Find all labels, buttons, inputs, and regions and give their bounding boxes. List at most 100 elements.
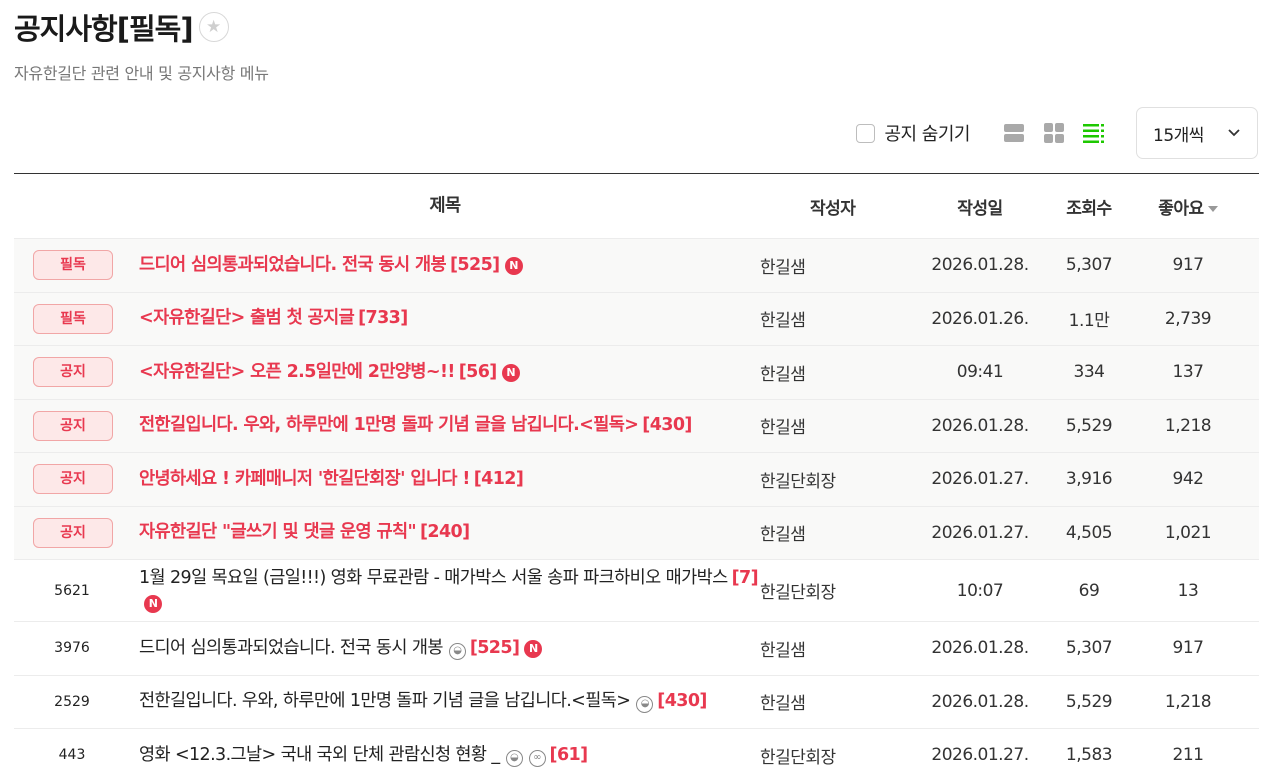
article-board: 제목 작성자 작성일 조회수 좋아요 필독 드디어 심의통과되었습니다. 전국 동… [14, 173, 1259, 768]
album-view-icon[interactable] [1042, 121, 1066, 145]
notice-row[interactable]: 필독 드디어 심의통과되었습니다. 전국 동시 개봉 [525] N 한길샘 2026.0… [14, 239, 1259, 293]
link-attachment-icon: ∞ [528, 749, 546, 767]
post-date: 2026.01.28. [931, 691, 1029, 712]
like-count: 211 [1172, 745, 1204, 766]
post-date: 2026.01.27. [931, 522, 1029, 543]
header-views: 조회수 [1066, 198, 1112, 219]
notice-badge-cell: 필독 [14, 250, 130, 281]
notice-rows: 필독 드디어 심의통과되었습니다. 전국 동시 개봉 [525] N 한길샘 2026.0… [14, 239, 1259, 560]
like-count: 1,218 [1164, 691, 1212, 712]
post-date: 09:41 [956, 362, 1004, 383]
header-title: 제목 [429, 195, 462, 216]
hide-notice-checkbox[interactable] [856, 123, 876, 143]
post-date: 2026.01.27. [931, 745, 1029, 766]
view-count: 5,307 [1065, 638, 1113, 659]
author-name[interactable]: 한길샘 [760, 306, 910, 331]
notice-title-cell: 안녕하세요 ! 카페매니저 '한길단회장' 입니다 ! [412] [130, 467, 760, 492]
view-count: 5,529 [1065, 415, 1113, 436]
like-count: 917 [1172, 638, 1204, 659]
header-likes-sort[interactable]: 좋아요 [1128, 194, 1248, 219]
comment-count-link[interactable]: [240] [420, 522, 470, 542]
article-title-cell: 드디어 심의통과되었습니다. 전국 동시 개봉 ◒ [525] N [130, 636, 760, 661]
author-name[interactable]: 한길샘 [760, 636, 910, 661]
chevron-down-icon [1228, 129, 1240, 137]
comment-count-link[interactable]: [430] [642, 415, 692, 435]
article-title-link[interactable]: 영화 <12.3.그날> 국내 국외 단체 관람신청 현황 _ [139, 745, 500, 765]
author-name[interactable]: 한길샘 [760, 360, 910, 385]
author-name[interactable]: 한길샘 [760, 520, 910, 545]
post-date: 10:07 [956, 580, 1004, 601]
notice-title-link[interactable]: 자유한길단 "글쓰기 및 댓글 운영 규칙" [139, 522, 417, 542]
per-page-value: 15개씩 [1153, 125, 1204, 146]
hide-notice-label: 공지 숨기기 [884, 124, 970, 145]
per-page-select[interactable]: 15개씩 [1136, 107, 1258, 159]
article-title-cell: 1월 29일 목요일 (금일!!!) 영화 무료관람 - 매가박스 서울 송파 … [130, 566, 760, 616]
comment-count-link[interactable]: [525] [450, 255, 500, 275]
notice-title-link[interactable]: <자유한길단> 출범 첫 공지글 [139, 308, 355, 328]
notice-title-link[interactable]: 안녕하세요 ! 카페매니저 '한길단회장' 입니다 ! [139, 469, 470, 489]
view-count: 1,583 [1065, 745, 1113, 766]
header-date: 작성일 [957, 198, 1003, 219]
author-name[interactable]: 한길샘 [760, 413, 910, 438]
article-title-link[interactable]: 전한길입니다. 우와, 하루만에 1만명 돌파 기념 글을 남깁니다.<필독> [139, 691, 631, 711]
view-count: 3,916 [1065, 469, 1113, 490]
author-name[interactable]: 한길단회장 [760, 467, 910, 492]
board-toolbar: 공지 숨기기 15개씩 [856, 107, 1258, 159]
like-count: 942 [1172, 469, 1204, 490]
notice-title-link[interactable]: 드디어 심의통과되었습니다. 전국 동시 개봉 [139, 255, 447, 275]
like-count: 2,739 [1164, 308, 1212, 329]
article-number: 3976 [54, 640, 90, 657]
notice-badge: 공지 [33, 464, 113, 495]
comment-count-link[interactable]: [430] [657, 691, 707, 711]
article-title-link[interactable]: 드디어 심의통과되었습니다. 전국 동시 개봉 [139, 638, 443, 658]
notice-title-link[interactable]: 전한길입니다. 우와, 하루만에 1만명 돌파 기념 글을 남깁니다.<필독> [139, 415, 639, 435]
author-name[interactable]: 한길단회장 [760, 578, 910, 603]
author-name[interactable]: 한길샘 [760, 253, 910, 278]
notice-row[interactable]: 공지 전한길입니다. 우와, 하루만에 1만명 돌파 기념 글을 남깁니다.<필독… [14, 399, 1259, 453]
image-attachment-icon: ◒ [636, 696, 654, 714]
article-title-link[interactable]: 1월 29일 목요일 (금일!!!) 영화 무료관람 - 매가박스 서울 송파 … [139, 568, 728, 588]
comment-count-link[interactable]: [733] [358, 308, 408, 328]
notice-badge-cell: 공지 [14, 517, 130, 548]
comment-count-link[interactable]: [525] [470, 638, 520, 658]
notice-title-link[interactable]: <자유한길단> 오픈 2.5일만에 2만양병~!! [139, 362, 455, 382]
notice-row[interactable]: 공지 자유한길단 "글쓰기 및 댓글 운영 규칙" [240] 한길샘 2026.01.… [14, 506, 1259, 560]
comment-count-link[interactable]: [56] [459, 362, 498, 382]
notice-row[interactable]: 공지 <자유한길단> 오픈 2.5일만에 2만양병~!! [56] N 한길샘 09:41… [14, 346, 1259, 400]
view-count: 4,505 [1065, 522, 1113, 543]
table-row[interactable]: 3976 드디어 심의통과되었습니다. 전국 동시 개봉 ◒ [525] N 한길샘 202… [14, 622, 1259, 676]
table-row[interactable]: 2529 전한길입니다. 우와, 하루만에 1만명 돌파 기념 글을 남깁니다.<… [14, 676, 1259, 729]
author-name[interactable]: 한길단회장 [760, 743, 910, 768]
notice-badge: 필독 [33, 250, 113, 281]
like-count: 137 [1172, 362, 1204, 383]
view-count: 334 [1073, 362, 1105, 383]
comment-count-link[interactable]: [7] [732, 568, 759, 588]
notice-row[interactable]: 필독 <자유한길단> 출범 첫 공지글 [733] 한길샘 2026.01.26. 1.1… [14, 292, 1259, 346]
view-count: 5,307 [1065, 255, 1113, 276]
notice-badge: 필독 [33, 303, 113, 334]
notice-title-cell: 드디어 심의통과되었습니다. 전국 동시 개봉 [525] N [130, 253, 760, 278]
new-icon: N [524, 639, 543, 658]
hide-notice-toggle[interactable]: 공지 숨기기 [856, 120, 970, 146]
notice-badge-cell: 공지 [14, 410, 130, 441]
notice-badge-cell: 필독 [14, 303, 130, 334]
comment-count-link[interactable]: [61] [550, 745, 589, 765]
favorite-star-icon[interactable]: ★ [198, 12, 229, 42]
article-number: 443 [58, 747, 86, 764]
author-name[interactable]: 한길샘 [760, 689, 910, 714]
comment-count-link[interactable]: [412] [474, 469, 524, 489]
notice-title-cell: <자유한길단> 출범 첫 공지글 [733] [130, 306, 760, 331]
table-row[interactable]: 5621 1월 29일 목요일 (금일!!!) 영화 무료관람 - 매가박스 서울… [14, 560, 1259, 622]
article-title-cell: 영화 <12.3.그날> 국내 국외 단체 관람신청 현황 _ ◒ ∞ [61] [130, 743, 760, 768]
notice-badge: 공지 [33, 517, 113, 548]
like-count: 1,021 [1164, 522, 1212, 543]
table-row[interactable]: 443 영화 <12.3.그날> 국내 국외 단체 관람신청 현황 _ ◒ ∞ [61]… [14, 729, 1259, 768]
article-number: 5621 [54, 582, 90, 599]
notice-badge-cell: 공지 [14, 357, 130, 388]
new-icon: N [504, 256, 523, 275]
view-count: 69 [1078, 580, 1100, 601]
card-view-icon[interactable] [1002, 121, 1026, 145]
notice-row[interactable]: 공지 안녕하세요 ! 카페매니저 '한길단회장' 입니다 ! [412] 한길단회장 2… [14, 453, 1259, 507]
article-title-cell: 전한길입니다. 우와, 하루만에 1만명 돌파 기념 글을 남깁니다.<필독> ◒… [130, 689, 760, 714]
list-view-icon[interactable] [1082, 121, 1106, 145]
